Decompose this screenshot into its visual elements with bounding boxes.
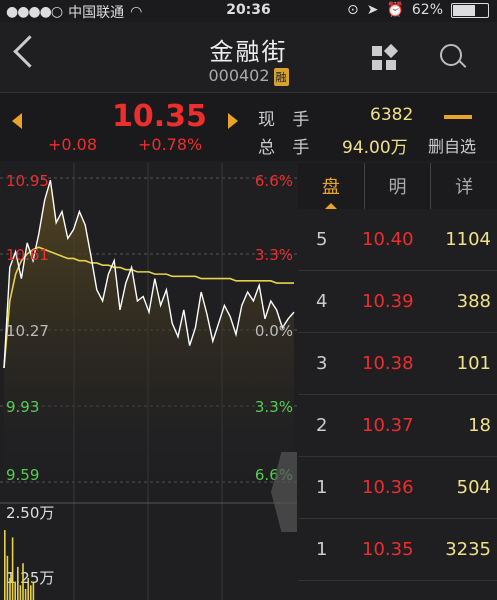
volume-bar	[19, 585, 22, 600]
nav-bar: 金融街 000402 融	[0, 22, 497, 92]
order-row: 5 10.40 1104	[298, 209, 497, 271]
status-bar: ●●●●○ 中国联通 ◠ 20:36 ⊙ ➤ ⏰ 62%	[0, 0, 497, 22]
stock-name: 金融街	[209, 38, 288, 66]
pct-tick-label: 0.0%	[255, 322, 293, 340]
price-tick-label: 9.93	[6, 398, 39, 416]
price-tick-label: 10.27	[6, 322, 49, 340]
order-level: 2	[316, 415, 328, 436]
order-price: 10.38	[362, 353, 414, 374]
price-tick-label: 10.95	[6, 172, 49, 190]
alarm-icon: ⏰	[386, 2, 404, 18]
order-level: 4	[316, 291, 328, 312]
order-row: 1 10.36 504	[298, 457, 497, 519]
tab-ticks[interactable]: 明	[365, 163, 432, 209]
order-volume: 388	[456, 291, 491, 312]
search-icon[interactable]	[440, 44, 462, 66]
next-stock-icon[interactable]	[228, 113, 238, 129]
stock-code-row: 000402 融	[0, 66, 497, 86]
volume-bar	[22, 563, 24, 600]
volume-bar	[24, 588, 27, 600]
order-level: 5	[316, 229, 328, 250]
pct-tick-label: 3.3%	[255, 246, 293, 264]
tab-details[interactable]: 详	[431, 163, 497, 209]
lock-rotation-icon: ⊙	[346, 2, 359, 18]
order-row: 2 10.37 18	[298, 395, 497, 457]
volume-bar	[27, 577, 29, 600]
battery-icon	[451, 2, 489, 18]
price-change-pct: +0.78%	[138, 135, 203, 154]
order-row: 4 10.39 388	[298, 271, 497, 333]
stock-code: 000402	[208, 66, 270, 85]
order-volume: 18	[468, 415, 491, 436]
price-tick-label: 9.59	[6, 466, 39, 484]
volume-tick-label: 2.50万	[6, 504, 54, 522]
battery-percent: 62%	[411, 2, 443, 18]
minus-icon[interactable]	[444, 115, 472, 119]
pct-tick-label: 6.6%	[255, 172, 293, 190]
pct-tick-label: 3.3%	[255, 398, 293, 416]
order-level: 1	[316, 539, 328, 560]
tab-orderbook[interactable]: 盘	[298, 163, 365, 209]
location-icon: ➤	[366, 2, 379, 18]
volume-bar	[30, 585, 32, 600]
order-price: 10.37	[362, 415, 414, 436]
order-price: 10.40	[362, 229, 414, 250]
last-price: 10.35	[112, 99, 207, 134]
order-level: 1	[316, 477, 328, 498]
grid-icon[interactable]	[372, 43, 399, 70]
quote-band: 10.35 +0.08 +0.78% 现 手 6382 总 手 94.00万 删…	[0, 92, 497, 161]
order-row: 1 10.35 3235	[298, 519, 497, 581]
order-volume: 101	[456, 353, 491, 374]
order-volume: 504	[456, 477, 491, 498]
volume-bar	[32, 581, 35, 600]
volume-bar	[9, 577, 11, 600]
order-row: 3 10.38 101	[298, 333, 497, 395]
order-price: 10.36	[362, 477, 414, 498]
remove-watchlist-button[interactable]: 删自选	[428, 133, 476, 157]
order-price: 10.35	[362, 539, 414, 560]
order-book: 5 10.40 1104 4 10.39 388 3 10.38 101 2 10.37 18 …	[298, 209, 497, 581]
intraday-chart[interactable]: 10.9510.6110.279.939.596.6%3.3%0.0%3.3%6…	[0, 163, 297, 600]
volume-bar	[14, 581, 16, 600]
volume-bar	[17, 566, 19, 600]
order-volume: 3235	[445, 539, 491, 560]
side-tabs: 盘 明 详	[298, 163, 497, 209]
current-hand-value: 6382	[370, 105, 414, 125]
prev-stock-icon[interactable]	[12, 113, 22, 129]
volume-bar	[6, 555, 9, 600]
volume-bar	[4, 530, 6, 600]
current-hand-label: 现 手	[258, 110, 316, 130]
order-volume: 1104	[445, 229, 491, 250]
total-hand-value: 94.00万	[342, 138, 408, 158]
total-hand-label: 总 手	[258, 138, 316, 158]
price-tick-label: 10.61	[6, 246, 49, 264]
order-price: 10.39	[362, 291, 414, 312]
order-level: 3	[316, 353, 328, 374]
margin-badge: 融	[273, 68, 289, 86]
volume-bar	[11, 537, 14, 600]
price-change: +0.08	[48, 135, 98, 154]
